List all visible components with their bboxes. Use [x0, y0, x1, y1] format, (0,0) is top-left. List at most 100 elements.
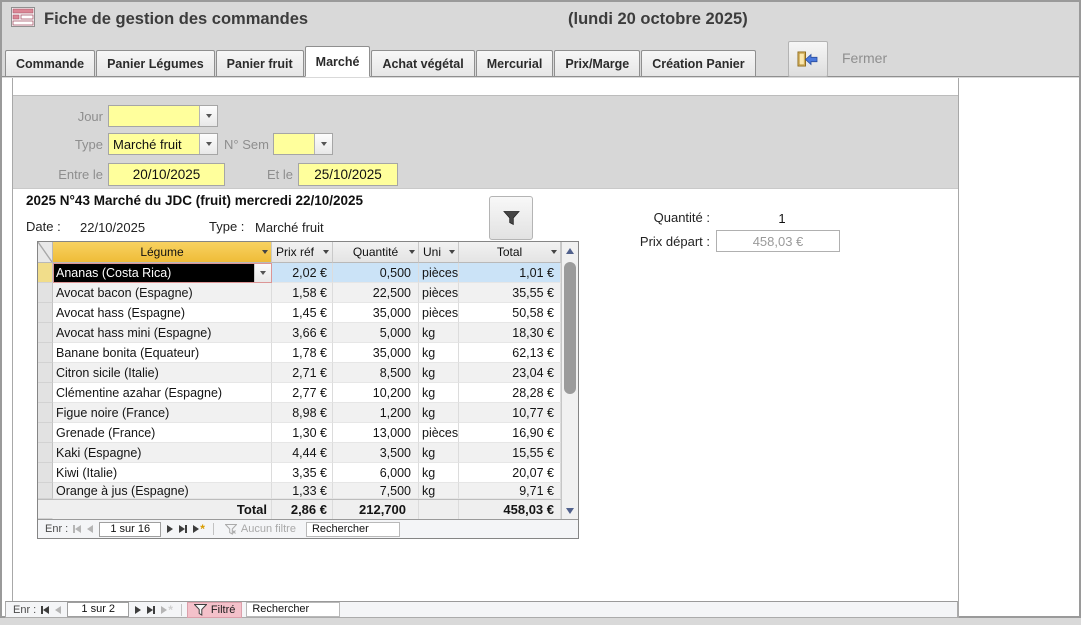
date-fin-input[interactable]: 25/10/2025	[298, 163, 398, 186]
cell-quantite[interactable]: 1,200	[333, 403, 419, 423]
cell-quantite[interactable]: 8,500	[333, 363, 419, 383]
quantite-value[interactable]: 1	[762, 211, 802, 226]
cell-uni[interactable]: kg	[419, 403, 459, 423]
cell-uni[interactable]: pièces	[419, 423, 459, 443]
cell-total[interactable]: 9,71 €	[459, 483, 561, 499]
previous-record-button[interactable]	[55, 606, 61, 614]
cell-quantite[interactable]: 6,000	[333, 463, 419, 483]
chevron-down-icon[interactable]	[199, 106, 217, 126]
cell-prix-ref[interactable]: 1,78 €	[272, 343, 333, 363]
cell-prix-ref[interactable]: 1,58 €	[272, 283, 333, 303]
chevron-down-icon[interactable]	[199, 134, 217, 154]
column-header-prix-ref[interactable]: Prix réf	[272, 242, 333, 263]
tab-panier-l-gumes[interactable]: Panier Légumes	[96, 50, 215, 76]
record-search-box[interactable]: Rechercher	[246, 602, 340, 617]
cell-uni[interactable]: kg	[419, 343, 459, 363]
column-header-legume[interactable]: Légume	[53, 242, 272, 263]
dropdown-arrow-icon[interactable]	[449, 250, 455, 254]
row-selector[interactable]	[38, 463, 53, 483]
close-button[interactable]	[788, 41, 828, 77]
cell-total[interactable]: 62,13 €	[459, 343, 561, 363]
row-selector[interactable]	[38, 263, 53, 283]
recherche-button[interactable]	[489, 196, 533, 240]
cell-total[interactable]: 15,55 €	[459, 443, 561, 463]
last-record-button[interactable]	[179, 525, 187, 533]
filter-status-chip[interactable]: Filtré	[187, 602, 242, 618]
dropdown-arrow-icon[interactable]	[409, 250, 415, 254]
chevron-down-icon[interactable]	[314, 134, 332, 154]
row-selector[interactable]	[38, 483, 53, 499]
tab-achat-v-g-tal[interactable]: Achat végétal	[371, 50, 474, 76]
cell-total[interactable]: 10,77 €	[459, 403, 561, 423]
cell-legume[interactable]: Avocat hass mini (Espagne)	[53, 323, 272, 343]
cell-quantite[interactable]: 3,500	[333, 443, 419, 463]
cell-prix-ref[interactable]: 2,02 €	[272, 263, 333, 283]
cell-prix-ref[interactable]: 3,66 €	[272, 323, 333, 343]
cell-legume[interactable]: Grenade (France)	[53, 423, 272, 443]
date-value[interactable]: 22/10/2025	[80, 220, 145, 235]
cell-prix-ref[interactable]: 1,45 €	[272, 303, 333, 323]
cell-uni[interactable]: kg	[419, 443, 459, 463]
cell-legume[interactable]: Avocat hass (Espagne)	[53, 303, 272, 323]
cell-quantite[interactable]: 0,500	[333, 263, 419, 283]
cell-prix-ref[interactable]: 2,71 €	[272, 363, 333, 383]
dropdown-arrow-icon[interactable]	[262, 250, 268, 254]
next-record-button[interactable]	[135, 606, 141, 614]
row-selector[interactable]	[38, 303, 53, 323]
column-header-total[interactable]: Total	[459, 242, 561, 263]
cell-total[interactable]: 20,07 €	[459, 463, 561, 483]
cell-total[interactable]: 1,01 €	[459, 263, 561, 283]
prix-depart-field[interactable]: 458,03 €	[716, 230, 840, 252]
dropdown-arrow-icon[interactable]	[323, 250, 329, 254]
vertical-scrollbar[interactable]	[561, 242, 578, 519]
cell-total[interactable]: 28,28 €	[459, 383, 561, 403]
record-position-box[interactable]: 1 sur 2	[67, 602, 129, 617]
column-header-uni[interactable]: Uni	[419, 242, 459, 263]
scroll-down-button[interactable]	[562, 502, 578, 519]
row-selector[interactable]	[38, 403, 53, 423]
cell-prix-ref[interactable]: 2,77 €	[272, 383, 333, 403]
jour-combobox[interactable]	[108, 105, 218, 127]
scroll-up-button[interactable]	[562, 242, 578, 259]
cell-prix-ref[interactable]: 3,35 €	[272, 463, 333, 483]
cell-uni[interactable]: pièces	[419, 283, 459, 303]
new-record-button[interactable]: *	[161, 606, 173, 614]
cell-quantite[interactable]: 22,500	[333, 283, 419, 303]
tab-panier-fruit[interactable]: Panier fruit	[216, 50, 304, 76]
cell-uni[interactable]: pièces	[419, 263, 459, 283]
tab-mercurial[interactable]: Mercurial	[476, 50, 554, 76]
cell-quantite[interactable]: 35,000	[333, 343, 419, 363]
type-combobox[interactable]: Marché fruit	[108, 133, 218, 155]
cell-prix-ref[interactable]: 4,44 €	[272, 443, 333, 463]
first-record-button[interactable]	[73, 525, 81, 533]
row-selector[interactable]	[38, 363, 53, 383]
cell-prix-ref[interactable]: 1,30 €	[272, 423, 333, 443]
cell-legume[interactable]: Ananas (Costa Rica)	[53, 263, 272, 283]
cell-legume[interactable]: Banane bonita (Equateur)	[53, 343, 272, 363]
cell-legume[interactable]: Orange à jus (Espagne)	[53, 483, 272, 499]
num-sem-combobox[interactable]	[273, 133, 333, 155]
row-selector[interactable]	[38, 343, 53, 363]
last-record-button[interactable]	[147, 606, 155, 614]
cell-legume[interactable]: Kiwi (Italie)	[53, 463, 272, 483]
record-position-box[interactable]: 1 sur 16	[99, 522, 161, 537]
next-record-button[interactable]	[167, 525, 173, 533]
first-record-button[interactable]	[41, 606, 49, 614]
cell-total[interactable]: 16,90 €	[459, 423, 561, 443]
row-selector[interactable]	[38, 423, 53, 443]
scrollbar-thumb[interactable]	[564, 262, 576, 394]
cell-total[interactable]: 50,58 €	[459, 303, 561, 323]
cell-quantite[interactable]: 13,000	[333, 423, 419, 443]
cell-legume[interactable]: Clémentine azahar (Espagne)	[53, 383, 272, 403]
cell-uni[interactable]: kg	[419, 323, 459, 343]
tab-commande[interactable]: Commande	[5, 50, 95, 76]
cell-legume[interactable]: Avocat bacon (Espagne)	[53, 283, 272, 303]
tab-prix-marge[interactable]: Prix/Marge	[554, 50, 640, 76]
previous-record-button[interactable]	[87, 525, 93, 533]
cell-legume[interactable]: Kaki (Espagne)	[53, 443, 272, 463]
cell-quantite[interactable]: 35,000	[333, 303, 419, 323]
record-search-box[interactable]: Rechercher	[306, 522, 400, 537]
cell-prix-ref[interactable]: 8,98 €	[272, 403, 333, 423]
row-selector[interactable]	[38, 323, 53, 343]
column-header-quantite[interactable]: Quantité	[333, 242, 419, 263]
